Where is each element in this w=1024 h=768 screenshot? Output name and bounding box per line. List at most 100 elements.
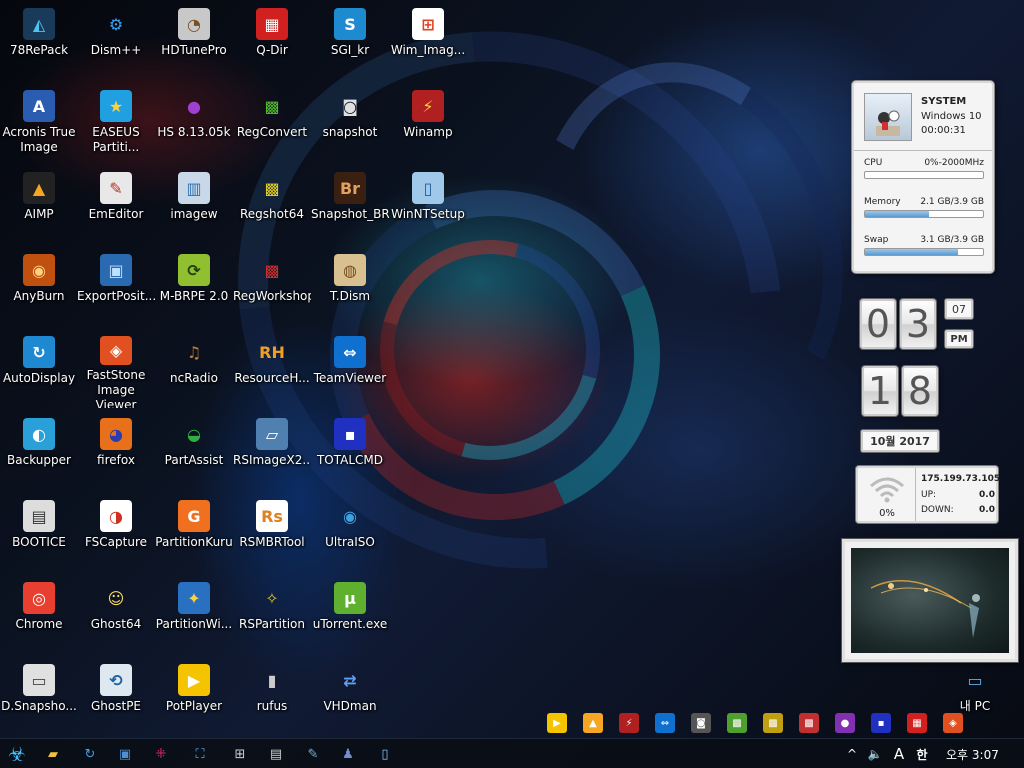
desktop-shortcut[interactable]: ▩ Regshot64	[233, 164, 311, 244]
autodisplay-icon[interactable]: ↻	[79, 743, 101, 765]
desktop-shortcut[interactable]: ◉ AnyBurn	[0, 246, 78, 326]
partassist-icon: ◒	[187, 424, 201, 444]
desktop-shortcut[interactable]: ⇔ TeamViewer	[311, 328, 389, 408]
biohazard-start-icon[interactable]: ☣	[4, 742, 30, 766]
desktop-shortcut[interactable]: ◒ PartAssist	[155, 410, 233, 490]
desktop-shortcut[interactable]: G PartitionKuru	[155, 492, 233, 572]
snapshot-icon[interactable]: ◙	[691, 713, 711, 733]
desktop-shortcut-label: WinNTSetup	[391, 207, 465, 221]
qdir-icon[interactable]: ▦	[907, 713, 927, 733]
hs-icon[interactable]: ●	[835, 713, 855, 733]
desktop-shortcut[interactable]: ✦ PartitionWi...	[155, 574, 233, 654]
desktop-shortcut[interactable]: ✧ RSPartition	[233, 574, 311, 654]
totalcmd-icon[interactable]: ▪	[871, 713, 891, 733]
desktop-shortcut[interactable]: ♫ ncRadio	[155, 328, 233, 408]
desktop-shortcut[interactable]: ▲ AIMP	[0, 164, 78, 244]
desktop-shortcut[interactable]: ▱ RSImageX2...	[233, 410, 311, 490]
desktop-shortcut[interactable]: ▭ D.Snapsho...	[0, 656, 78, 736]
ime-mode-indicator[interactable]: A	[890, 745, 908, 763]
desktop-shortcut[interactable]: ▪ TOTALCMD	[311, 410, 389, 490]
desktop-shortcut[interactable]: ◐ Backupper	[0, 410, 78, 490]
chrome-icon: ◎	[23, 582, 55, 614]
upload-row: UP: 0.0	[921, 490, 995, 500]
desktop-shortcut[interactable]: ⇄ VHDman	[311, 656, 389, 736]
desktop-shortcut[interactable]: ⟲ GhostPE	[77, 656, 155, 736]
desktop-shortcut[interactable]: ◍ T.Dism	[311, 246, 389, 326]
desktop-shortcut[interactable]: ⟳ M-BRPE 2.0	[155, 246, 233, 326]
regworkshop-icon[interactable]: ▩	[799, 713, 819, 733]
winamp-icon: ⚡	[412, 90, 444, 122]
desktop-shortcut[interactable]: ◎ Chrome	[0, 574, 78, 654]
memory-bar	[864, 210, 984, 218]
download-label: DOWN:	[921, 505, 954, 515]
desktop-shortcut[interactable]: ● HS 8.13.05k	[155, 82, 233, 162]
desktop-shortcut[interactable]: ★ EASEUS Partiti...	[77, 82, 155, 162]
desktop-shortcut[interactable]: ◑ FSCapture	[77, 492, 155, 572]
volume-icon[interactable]: 🔈	[864, 747, 886, 761]
swap-value: 3.1 GB/3.9 GB	[920, 235, 984, 245]
file-explorer-icon[interactable]: ▰	[42, 743, 64, 765]
desktop-shortcut[interactable]: ▥ imagew	[155, 164, 233, 244]
regconvert-icon[interactable]: ▩	[727, 713, 747, 733]
desktop-shortcut[interactable]: ▶ PotPlayer	[155, 656, 233, 736]
desktop-shortcut-label: TeamViewer	[313, 371, 387, 385]
grid-pink-icon[interactable]: ⁜	[150, 743, 172, 765]
desktop-shortcut[interactable]: S SGI_kr	[311, 0, 389, 80]
desktop-shortcut[interactable]: ◔ HDTunePro	[155, 0, 233, 80]
potplayer-icon: ▶	[178, 664, 210, 696]
winamp-icon[interactable]: ⚡	[619, 713, 639, 733]
ampm-box: PM	[945, 330, 973, 348]
regshot-icon[interactable]: ▩	[763, 713, 783, 733]
printer-icon[interactable]: ▤	[265, 743, 287, 765]
desktop-shortcut[interactable]: ▣ ExportPosit...	[77, 246, 155, 326]
swap-bar	[864, 248, 984, 256]
pen-icon[interactable]: ✎	[302, 743, 324, 765]
desktop-shortcut[interactable]: ▯ WinNTSetup	[389, 164, 467, 244]
tray-overflow-chevron-icon[interactable]: ^	[844, 747, 860, 761]
desktop-shortcut[interactable]: ◈ FastStone Image Viewer	[77, 328, 155, 408]
network-icon[interactable]: ⊞	[229, 743, 251, 765]
desktop-shortcut[interactable]: ⚡ Winamp	[389, 82, 467, 162]
desktop-shortcut[interactable]: ↻ AutoDisplay	[0, 328, 78, 408]
desktop-shortcut[interactable]: ◕ firefox	[77, 410, 155, 490]
desktop-shortcut[interactable]: ☺ Ghost64	[77, 574, 155, 654]
picture-frame-gadget[interactable]	[842, 539, 1018, 662]
network-monitor-gadget[interactable]: 0% 175.199.73.105 UP: 0.0 DOWN: 0.0	[856, 466, 1000, 523]
desktop-shortcut[interactable]: ▩ RegWorkshop	[233, 246, 311, 326]
people-icon[interactable]: ♟	[337, 743, 359, 765]
desktop-shortcut[interactable]: ◭ 78RePack	[0, 0, 78, 80]
swap-label: Swap	[864, 235, 889, 245]
desktop-shortcut-label: T.Dism	[329, 289, 371, 303]
day-digit-1: 1	[862, 366, 898, 416]
document-icon[interactable]: ▯	[374, 743, 396, 765]
desktop-shortcut[interactable]: ▤ BOOTICE	[0, 492, 78, 572]
desktop-shortcut-label: FSCapture	[84, 535, 148, 549]
day-digit-2: 8	[902, 366, 938, 416]
desktop-shortcut[interactable]: RH ResourceH...	[233, 328, 311, 408]
faststone-icon[interactable]: ◈	[943, 713, 963, 733]
desktop-shortcut[interactable]: ◙ snapshot	[311, 82, 389, 162]
desktop-shortcut[interactable]: ▦ Q-Dir	[233, 0, 311, 80]
bridge-icon: Br	[334, 172, 366, 204]
desktop-shortcut[interactable]: μ uTorrent.exe	[311, 574, 389, 654]
desktop-shortcut[interactable]: ◉ UltraISO	[311, 492, 389, 572]
ime-language-indicator[interactable]: 한	[912, 746, 932, 763]
vhdman-icon: ⇄	[343, 670, 357, 690]
system-monitor-gadget[interactable]: SYSTEM Windows 10 00:00:31 CPU 0%-2000MHz…	[852, 81, 994, 273]
desktop-shortcut[interactable]: Rs RSMBRTool	[233, 492, 311, 572]
desktop-shortcut[interactable]: ⊞ Wim_Imag...	[389, 0, 467, 80]
expand-icon[interactable]: ⛶	[189, 743, 211, 765]
potplayer-icon[interactable]: ▶	[547, 713, 567, 733]
desktop-shortcut[interactable]: ▩ RegConvert	[233, 82, 311, 162]
desktop-shortcut[interactable]: Br Snapshot_BR	[311, 164, 389, 244]
desktop-shortcut[interactable]: ▮ rufus	[233, 656, 311, 736]
hour-digit-1: 0	[860, 299, 896, 349]
camera-icon: ◙	[342, 96, 358, 116]
aimp-icon[interactable]: ▲	[583, 713, 603, 733]
taskbar-clock[interactable]: 오후 3:07	[946, 746, 999, 763]
teamviewer-icon[interactable]: ⇔	[655, 713, 675, 733]
desktop-shortcut[interactable]: ✎ EmEditor	[77, 164, 155, 244]
monitor-icon[interactable]: ▣	[114, 743, 136, 765]
desktop-shortcut[interactable]: A Acronis True Image	[0, 82, 78, 162]
desktop-shortcut[interactable]: ⚙ Dism++	[77, 0, 155, 80]
